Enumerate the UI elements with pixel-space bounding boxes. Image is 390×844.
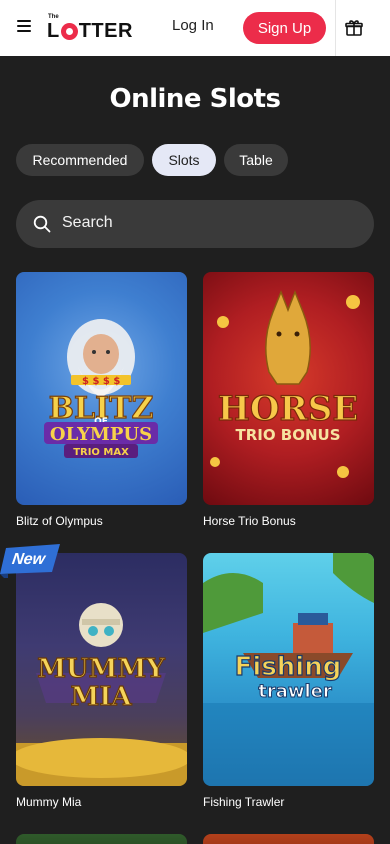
logo[interactable]: The L TTER — [47, 14, 133, 42]
game-name[interactable]: Blitz of Olympus — [16, 514, 103, 528]
filter-chip-table[interactable]: Table — [224, 144, 288, 176]
game-thumbnail: HORSE TRIO BONUS — [210, 289, 360, 478]
art-title-line-2: trawler — [258, 681, 332, 702]
new-badge: New — [10, 551, 47, 568]
game-card-partial[interactable] — [16, 834, 187, 844]
filter-chip-recommended[interactable]: Recommended — [16, 144, 144, 176]
art-title-line-1: MUMMY — [37, 654, 165, 684]
gift-icon[interactable] — [344, 18, 364, 38]
art-title-line-3: OLYMPUS — [50, 424, 152, 445]
game-thumbnail: Fishing trawler — [203, 553, 374, 786]
logo-wordmark: L TTER — [47, 20, 133, 43]
game-card-fishing-trawler[interactable]: Fishing trawler — [203, 553, 374, 786]
logo-letter-l: L — [47, 20, 60, 42]
signup-button[interactable]: Sign Up — [243, 12, 326, 44]
page-title: Online Slots — [109, 84, 281, 114]
game-card-blitz-of-olympus[interactable]: $ $ $ $ BLITZ OF OLYMPUS TRIO MAX — [16, 272, 187, 505]
logo-ball-icon — [60, 23, 78, 40]
art-title-line-2: MIA — [70, 682, 132, 712]
game-thumbnail: MUMMY MIA — [16, 603, 187, 786]
svg-text:$ $ $ $: $ $ $ $ — [82, 376, 120, 387]
game-card-partial[interactable] — [203, 834, 374, 844]
search-input[interactable]: Search — [16, 200, 374, 248]
filter-chip-slots[interactable]: Slots — [152, 144, 216, 176]
art-title-line-1: Fishing — [235, 652, 342, 682]
game-thumbnail: $ $ $ $ BLITZ OF OLYMPUS TRIO MAX — [44, 319, 158, 458]
hamburger-icon[interactable] — [17, 20, 31, 32]
header-divider — [335, 0, 336, 56]
game-name[interactable]: Fishing Trawler — [203, 795, 284, 809]
art-title-line-2: TRIO BONUS — [235, 426, 340, 444]
login-link[interactable]: Log In — [172, 17, 214, 34]
search-icon — [33, 215, 51, 233]
game-name[interactable]: Horse Trio Bonus — [203, 514, 296, 528]
game-name[interactable]: Mummy Mia — [16, 795, 81, 809]
logo-letters-tter: TTER — [78, 20, 133, 42]
game-card-horse-trio-bonus[interactable]: HORSE TRIO BONUS — [203, 272, 374, 505]
search-placeholder: Search — [62, 214, 113, 231]
art-title-line-1: HORSE — [218, 389, 358, 429]
art-title-line-4: TRIO MAX — [73, 447, 129, 458]
top-header: The L TTER Log In Sign Up — [0, 0, 390, 56]
game-card-mummy-mia[interactable]: MUMMY MIA — [16, 553, 187, 786]
